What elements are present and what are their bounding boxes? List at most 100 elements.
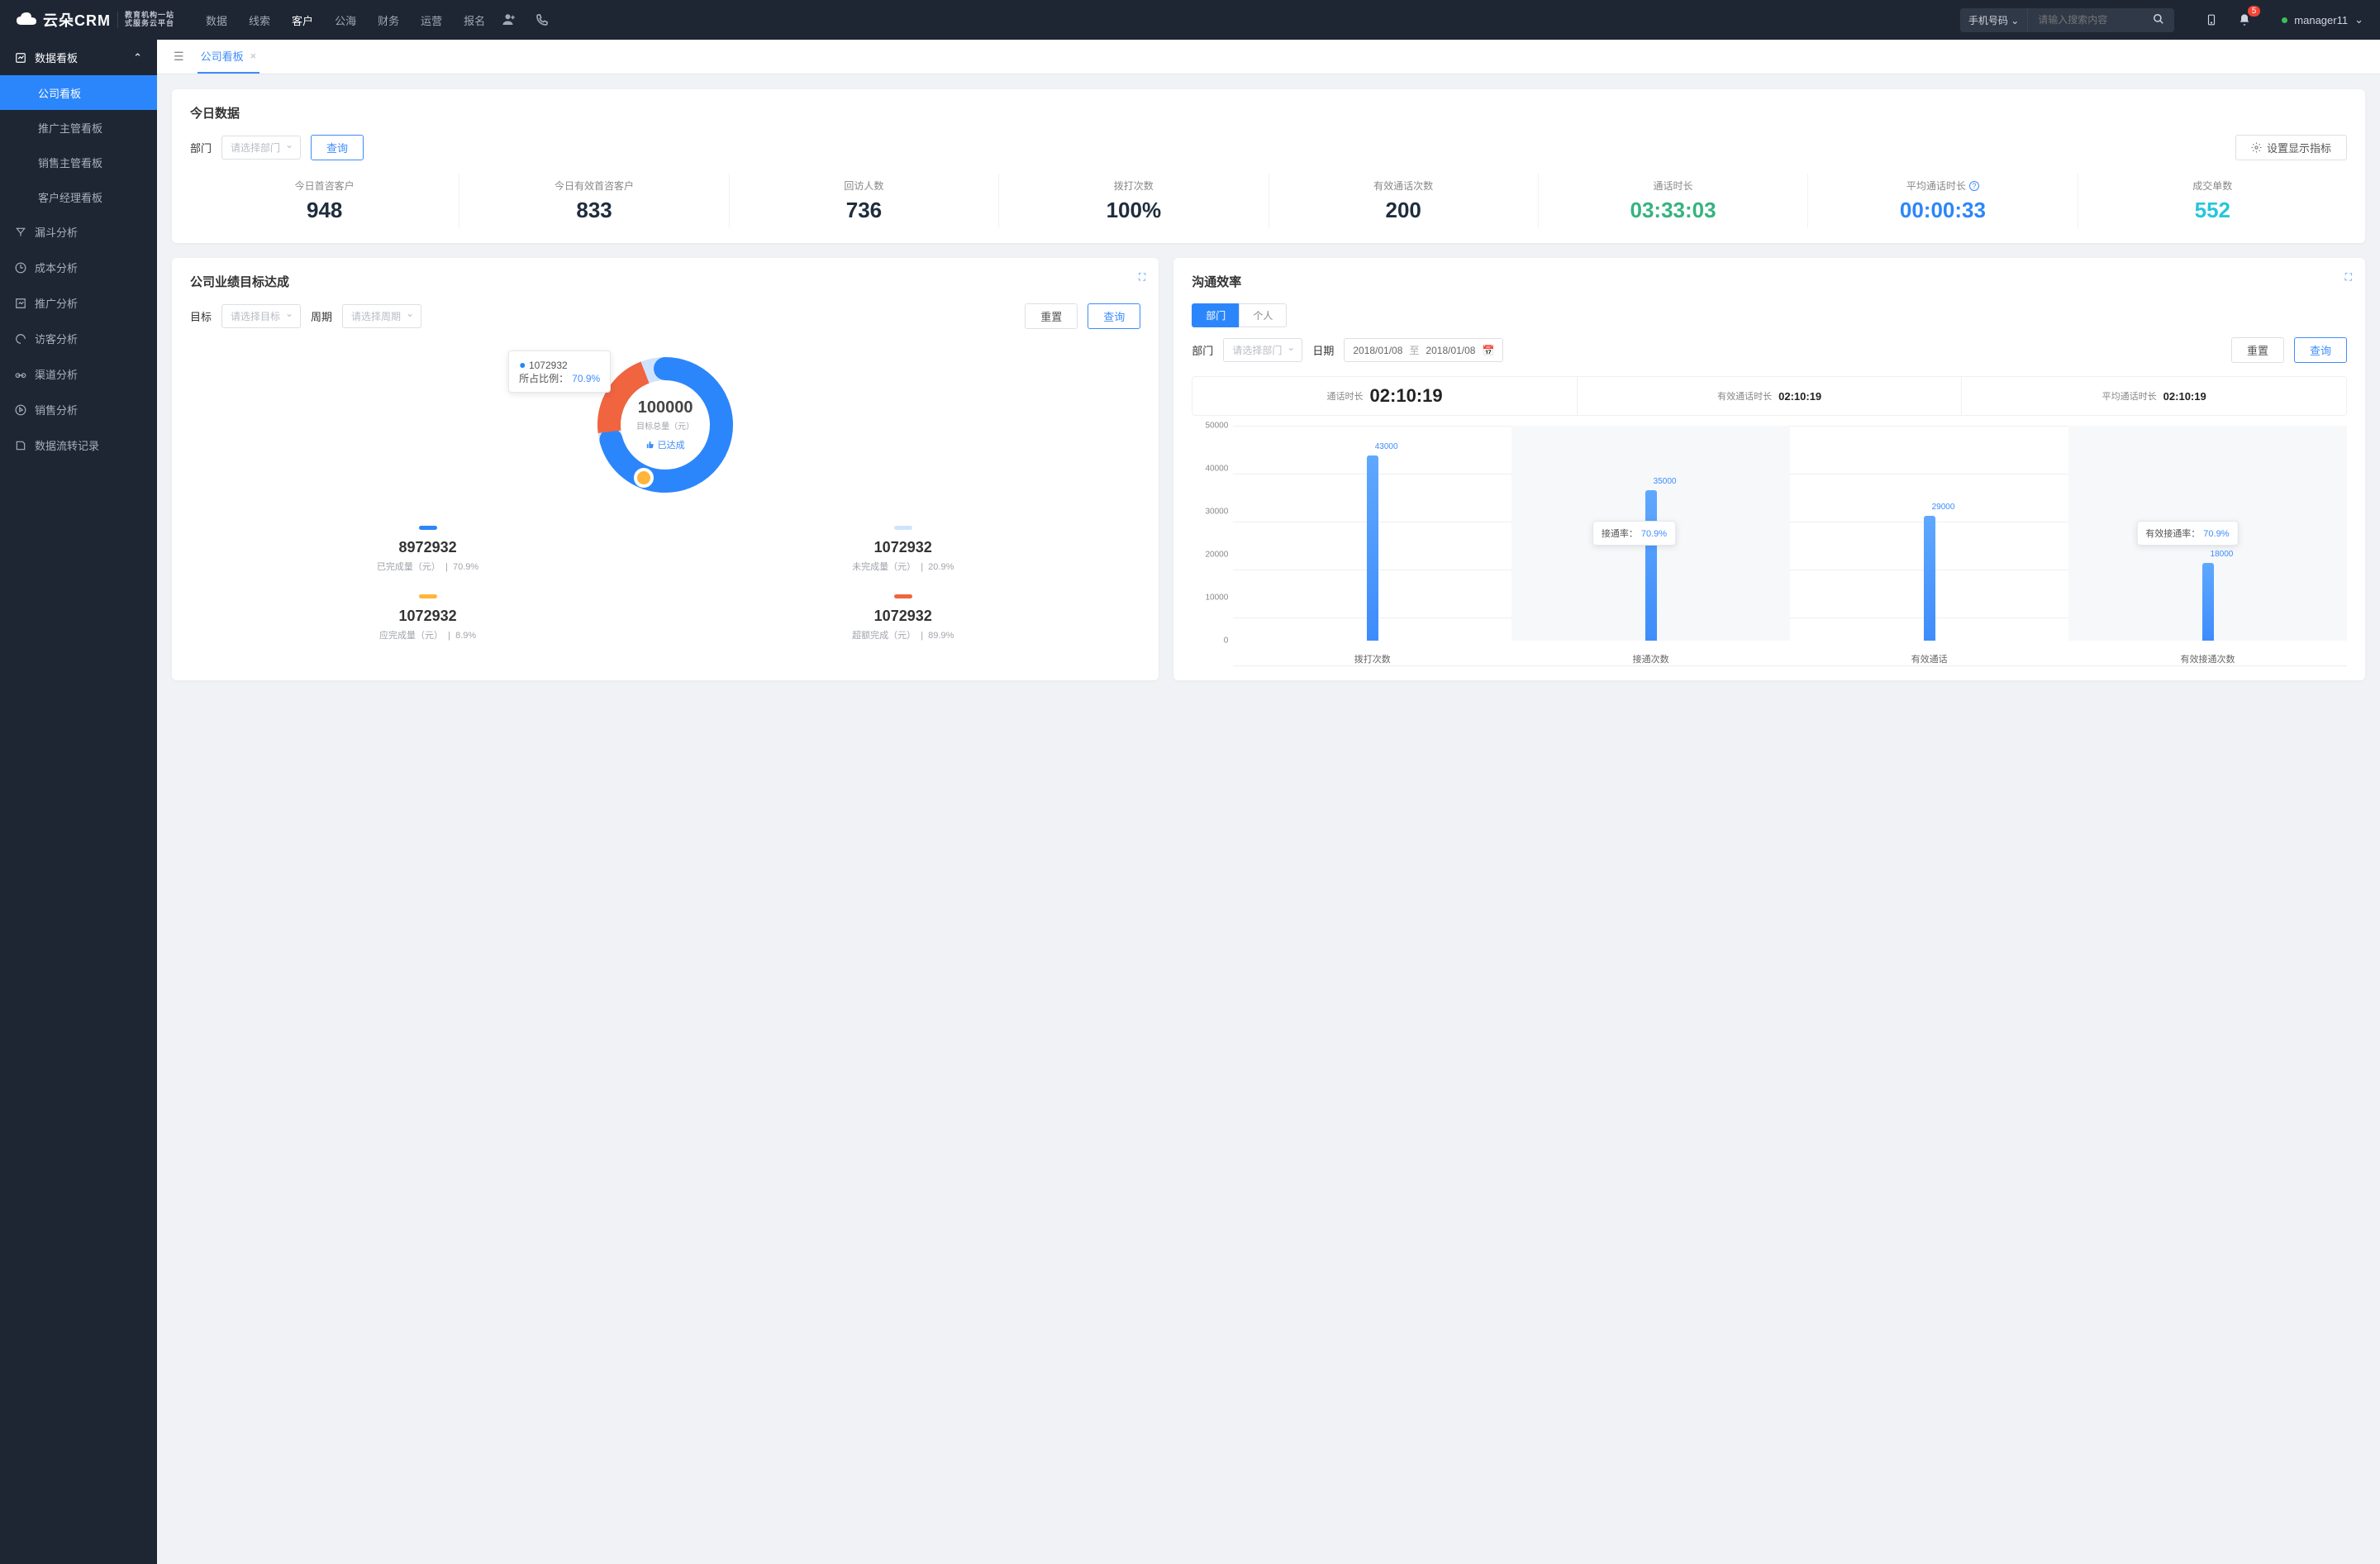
bar-chart: 010000200003000040000500004300035000接通率：… <box>1192 426 2347 665</box>
dept-select[interactable]: 请选择部门 <box>221 136 301 160</box>
nav-link[interactable]: 财务 <box>378 12 399 28</box>
user-menu[interactable]: manager11 ⌄ <box>2282 13 2363 26</box>
nav-link[interactable]: 公海 <box>335 12 356 28</box>
sidebar-item-icon <box>15 404 26 416</box>
search-button[interactable] <box>2143 8 2174 32</box>
y-tick: 40000 <box>1205 465 1228 474</box>
sidebar-subitem[interactable]: 公司看板 <box>0 75 157 110</box>
eff-dept-select[interactable]: 请选择部门 <box>1223 338 1302 362</box>
sidebar-subitem[interactable]: 销售主管看板 <box>0 145 157 179</box>
thumbs-up-icon <box>646 441 654 449</box>
sidebar-item-icon <box>15 262 26 274</box>
eff-reset-button[interactable]: 重置 <box>2231 337 2284 363</box>
sidebar-item-icon <box>15 226 26 238</box>
target-select[interactable]: 请选择目标 <box>221 304 301 328</box>
x-label: 有效通话 <box>1790 652 2068 665</box>
y-tick: 30000 <box>1205 508 1228 517</box>
today-title: 今日数据 <box>190 104 2347 122</box>
donut-center: 100000 目标总量（元） 已达成 <box>636 398 694 451</box>
brand-name: 云朵CRM <box>43 9 111 31</box>
expand-icon[interactable]: ⛶ <box>2345 271 2352 284</box>
goal-query-button[interactable]: 查询 <box>1088 303 1140 329</box>
y-tick: 10000 <box>1205 594 1228 603</box>
x-label: 拨打次数 <box>1233 652 1511 665</box>
tabs-bar: ☰ 公司看板 × <box>157 40 2380 74</box>
donut-chart: ● 1072932 所占比例：70.9% 100000 目标总量（元） 已达成 <box>574 342 756 508</box>
nav-link[interactable]: 数据 <box>206 12 227 28</box>
calendar-icon: 📅 <box>1482 345 1494 356</box>
expand-icon[interactable]: ⛶ <box>1139 271 1145 284</box>
tab-person[interactable]: 个人 <box>1239 303 1287 327</box>
bar-column: 18000有效接通率：70.9% <box>2068 426 2347 641</box>
bar: 18000 <box>2202 563 2214 641</box>
sidebar-item[interactable]: 访客分析 <box>0 321 157 356</box>
sidebar-item[interactable]: 推广分析 <box>0 285 157 321</box>
nav-link[interactable]: 线索 <box>249 12 270 28</box>
stat-item: 今日首咨客户948 <box>190 174 459 228</box>
stat-item: 有效通话次数200 <box>1269 174 1539 228</box>
search-icon <box>2153 13 2164 25</box>
stat-item: 拨打次数100% <box>999 174 1269 228</box>
sidebar-subitem[interactable]: 推广主管看板 <box>0 110 157 145</box>
sidebar-subitem[interactable]: 客户经理看板 <box>0 179 157 214</box>
bell-icon[interactable]: 5 <box>2235 11 2254 29</box>
add-user-icon[interactable] <box>500 11 518 29</box>
bar-column: 43000 <box>1233 426 1511 641</box>
mobile-icon[interactable] <box>2202 11 2221 29</box>
donut-legend: 8972932已完成量（元） | 70.9%1072932未完成量（元） | 2… <box>190 524 1140 641</box>
date-range-input[interactable]: 2018/01/08 至 2018/01/08 📅 <box>1344 338 1503 362</box>
legend-item: 1072932超额完成（元） | 89.9% <box>665 593 1140 641</box>
chevron-down-icon: ⌄ <box>2354 13 2363 26</box>
eff-stats: 通话时长02:10:19有效通话时长02:10:19平均通话时长02:10:19 <box>1192 376 2347 416</box>
chevron-up-icon: ⌃ <box>133 51 142 64</box>
nav-link[interactable]: 报名 <box>464 12 485 28</box>
today-card: 今日数据 部门 请选择部门 查询 设置显示指标 今日首咨客户948今日有效首咨客… <box>172 89 2365 243</box>
eff-title: 沟通效率 <box>1192 273 2347 290</box>
sidebar-group-dashboard[interactable]: 数据看板 ⌃ <box>0 40 157 75</box>
logo: 云朵CRM 教育机构一站 式服务云平台 <box>17 9 174 31</box>
eff-stat: 通话时长02:10:19 <box>1192 377 1578 415</box>
tab-dept[interactable]: 部门 <box>1192 303 1239 327</box>
main: ☰ 公司看板 × 今日数据 部门 请选择部门 查询 设置显示指标 今 <box>157 40 2380 1564</box>
sidebar-item[interactable]: 成本分析 <box>0 250 157 285</box>
legend-item: 1072932应完成量（元） | 8.9% <box>190 593 665 641</box>
sidebar-item-icon <box>15 333 26 345</box>
period-select[interactable]: 请选择周期 <box>342 304 421 328</box>
page-tab[interactable]: 公司看板 × <box>198 40 260 74</box>
goal-reset-button[interactable]: 重置 <box>1025 303 1078 329</box>
status-dot <box>2282 17 2287 23</box>
nav-link[interactable]: 客户 <box>292 12 313 28</box>
y-tick: 50000 <box>1205 422 1228 431</box>
query-button[interactable]: 查询 <box>311 135 364 160</box>
eff-tabs: 部门 个人 <box>1192 303 2347 327</box>
cloud-icon <box>17 12 36 28</box>
today-stats: 今日首咨客户948今日有效首咨客户833回访人数736拨打次数100%有效通话次… <box>190 174 2347 228</box>
phone-icon[interactable] <box>533 11 551 29</box>
bar: 35000 <box>1645 490 1657 641</box>
search-input[interactable] <box>2027 8 2143 32</box>
sidebar-item[interactable]: 销售分析 <box>0 392 157 427</box>
stat-item: 回访人数736 <box>730 174 999 228</box>
search-group: 手机号码 ⌄ <box>1960 8 2174 32</box>
sidebar-item-icon <box>15 440 26 451</box>
nav-link[interactable]: 运营 <box>421 12 442 28</box>
donut-tooltip: ● 1072932 所占比例：70.9% <box>508 350 611 393</box>
burger-icon[interactable]: ☰ <box>174 50 184 64</box>
close-icon[interactable]: × <box>250 50 257 62</box>
stat-item: 通话时长03:33:03 <box>1539 174 1808 228</box>
top-nav: 云朵CRM 教育机构一站 式服务云平台 数据 线索 客户 公海 财务 运营 报名 手机号码 … <box>0 0 2380 40</box>
search-type-select[interactable]: 手机号码 ⌄ <box>1960 8 2027 32</box>
eff-query-button[interactable]: 查询 <box>2294 337 2347 363</box>
settings-button[interactable]: 设置显示指标 <box>2235 135 2347 160</box>
efficiency-card: ⛶ 沟通效率 部门 个人 部门 请选择部门 日期 2018/01/08 至 20… <box>1173 258 2365 680</box>
sidebar: 数据看板 ⌃ 公司看板推广主管看板销售主管看板客户经理看板 漏斗分析成本分析推广… <box>0 40 157 1564</box>
sidebar-item[interactable]: 漏斗分析 <box>0 214 157 250</box>
dept-label: 部门 <box>190 140 212 155</box>
chart-tooltip: 接通率：70.9% <box>1592 521 1676 546</box>
sidebar-item[interactable]: 渠道分析 <box>0 356 157 392</box>
eff-stat: 平均通话时长02:10:19 <box>1962 377 2346 415</box>
notification-badge: 5 <box>2248 6 2261 17</box>
sidebar-item[interactable]: 数据流转记录 <box>0 427 157 463</box>
dashboard-icon <box>15 52 26 64</box>
stat-item: 成交单数552 <box>2078 174 2347 228</box>
